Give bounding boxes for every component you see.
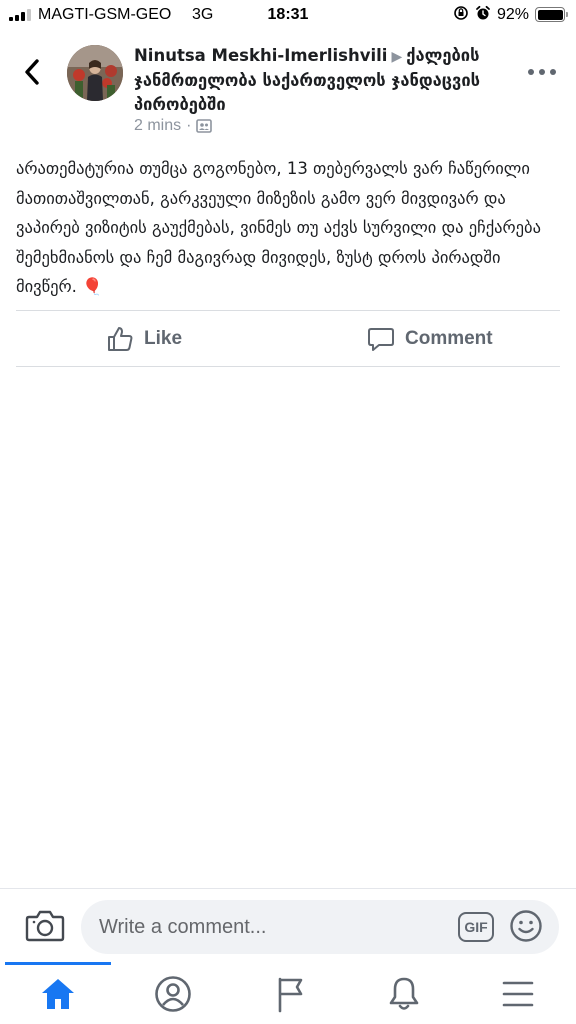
- active-tab-indicator: [5, 962, 111, 965]
- orientation-lock-icon: [454, 6, 468, 20]
- tab-notifications[interactable]: [382, 972, 426, 1016]
- tab-menu[interactable]: [496, 972, 540, 1016]
- battery-percent: 92%: [497, 6, 530, 23]
- tab-home[interactable]: [36, 972, 80, 1016]
- author-name[interactable]: Ninutsa Meskhi-Imerlishvili: [134, 46, 387, 65]
- post-title: Ninutsa Meskhi-Imerlishvili ▶ ქალების ჯანმ…: [134, 44, 514, 117]
- menu-icon: [502, 981, 534, 1007]
- chevron-left-icon: [25, 59, 39, 85]
- more-options-button[interactable]: [528, 62, 556, 82]
- profile-icon: [155, 976, 191, 1012]
- alarm-icon: [476, 5, 490, 20]
- divider: [16, 366, 560, 367]
- pages-flag-icon: [278, 977, 303, 1013]
- post-timestamp[interactable]: 2 mins: [134, 117, 181, 135]
- status-icons: [453, 5, 491, 21]
- like-label: Like: [144, 328, 183, 349]
- gif-label: GIF: [464, 919, 488, 935]
- more-dot: [550, 69, 556, 75]
- tab-pages[interactable]: [268, 972, 312, 1016]
- comment-label: Comment: [405, 328, 493, 349]
- back-button[interactable]: [14, 54, 50, 90]
- like-button[interactable]: Like: [106, 322, 182, 356]
- gif-button[interactable]: GIF: [458, 912, 494, 942]
- status-bar: MAGTI-GSM-GEO 3G 18:31 92%: [0, 0, 576, 32]
- post-body: არათემატურია თუმცა გოგონებო, 13 თებერვალ…: [16, 159, 541, 296]
- post-meta: 2 mins ·: [134, 117, 213, 135]
- comment-bubble-icon: [368, 328, 394, 351]
- home-icon: [42, 979, 74, 1009]
- emoji-button[interactable]: [509, 909, 543, 943]
- tab-profile[interactable]: [151, 972, 195, 1016]
- comment-button[interactable]: Comment: [367, 322, 493, 356]
- triangle-right-icon: ▶: [391, 49, 403, 65]
- group-audience-icon: [196, 119, 213, 133]
- smiley-icon: [510, 910, 542, 942]
- camera-icon: [25, 910, 65, 942]
- camera-button[interactable]: [25, 908, 65, 944]
- composer-divider: [0, 888, 576, 889]
- more-horizontal-icon: [528, 69, 534, 75]
- more-dot: [539, 69, 545, 75]
- divider: [16, 310, 560, 311]
- notifications-bell-icon: [389, 977, 419, 1010]
- avatar-photo: [67, 45, 123, 101]
- author-avatar[interactable]: [67, 45, 123, 101]
- meta-separator: ·: [186, 117, 192, 134]
- battery-icon: [535, 7, 568, 22]
- thumbs-up-icon: [108, 327, 133, 351]
